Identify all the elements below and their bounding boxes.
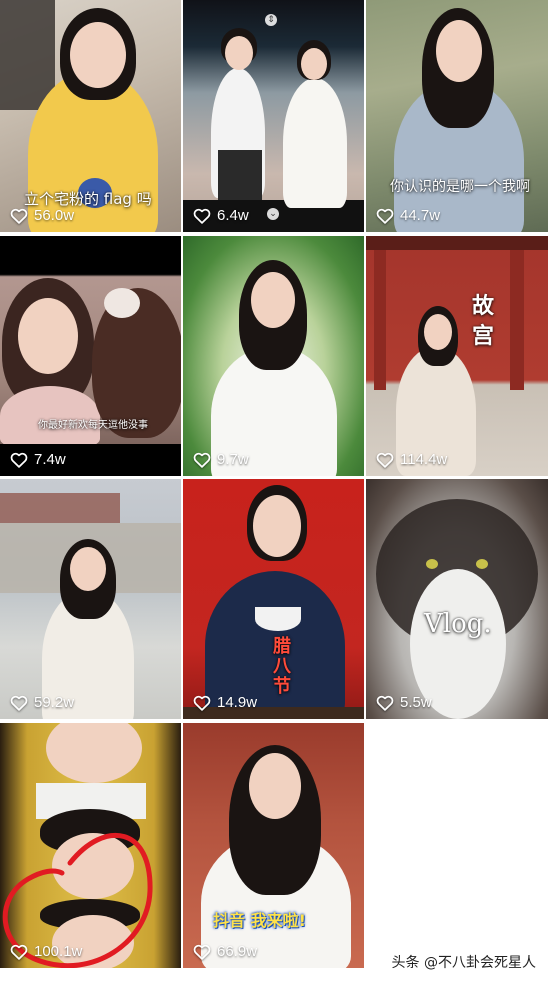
video-tile[interactable]: 你认识的是哪一个我啊 44.7w bbox=[366, 0, 548, 232]
like-count: 9.7w bbox=[193, 451, 249, 468]
like-count: 5.5w bbox=[376, 694, 432, 711]
video-tile[interactable]: ⇕ ⌄ 6.4w bbox=[183, 0, 364, 232]
thumbnail-scene bbox=[366, 479, 548, 719]
like-count: 100.1w bbox=[10, 943, 82, 960]
like-count-text: 59.2w bbox=[34, 694, 75, 711]
video-caption: 腊八节 bbox=[273, 636, 291, 697]
video-caption: 你认识的是哪一个我啊 bbox=[390, 179, 530, 195]
like-count-text: 44.7w bbox=[400, 207, 441, 224]
heart-outline-icon bbox=[10, 944, 28, 960]
like-count-text: 6.4w bbox=[217, 207, 249, 224]
heart-outline-icon bbox=[193, 452, 211, 468]
heart-outline-icon bbox=[10, 452, 28, 468]
heart-outline-icon bbox=[376, 695, 394, 711]
like-count: 56.0w bbox=[10, 207, 74, 224]
like-count: 59.2w bbox=[10, 694, 74, 711]
like-count-text: 114.4w bbox=[400, 451, 448, 468]
video-tile[interactable]: 59.2w bbox=[0, 479, 181, 719]
expand-arrow-icon: ⌄ bbox=[267, 208, 279, 220]
like-count: 6.4w bbox=[193, 207, 249, 224]
heart-outline-icon bbox=[10, 695, 28, 711]
like-count-text: 100.1w bbox=[34, 943, 83, 960]
like-count-text: 5.5w bbox=[400, 694, 432, 711]
drag-handle-icon: ⇕ bbox=[265, 14, 277, 26]
video-tile[interactable]: 9.7w bbox=[183, 236, 364, 476]
thumbnail-scene bbox=[183, 723, 364, 968]
video-caption: 故宫 bbox=[472, 294, 495, 349]
like-count: 114.4w bbox=[376, 451, 447, 468]
video-tile[interactable]: 你最好新欢每天逗他没事 7.4w bbox=[0, 236, 181, 476]
heart-outline-icon bbox=[10, 208, 28, 224]
thumbnail-scene bbox=[366, 0, 548, 232]
like-count-text: 9.7w bbox=[217, 451, 249, 468]
video-grid: 立个宅粉的 flag 吗 56.0w ⇕ ⌄ 6.4w 你认识的是哪一个我啊 4… bbox=[0, 0, 548, 982]
video-caption: Vlog. bbox=[424, 609, 492, 639]
thumbnail-scene bbox=[183, 0, 364, 232]
like-count-text: 7.4w bbox=[34, 451, 66, 468]
like-count: 44.7w bbox=[376, 207, 440, 224]
video-tile[interactable]: 立个宅粉的 flag 吗 56.0w bbox=[0, 0, 181, 232]
video-caption: 你最好新欢每天逗他没事 bbox=[38, 420, 148, 431]
video-tile[interactable]: 故宫 114.4w bbox=[366, 236, 548, 476]
like-count-text: 14.9w bbox=[217, 694, 258, 711]
video-caption: 抖音 我来啦! bbox=[213, 911, 306, 930]
thumbnail-scene bbox=[0, 236, 181, 476]
video-tile[interactable]: Vlog. 5.5w bbox=[366, 479, 548, 719]
thumbnail-scene bbox=[366, 236, 548, 476]
heart-outline-icon bbox=[193, 695, 211, 711]
video-tile[interactable]: 抖音 我来啦! 66.9w bbox=[183, 723, 364, 968]
video-tile[interactable]: 腊八节 14.9w bbox=[183, 479, 364, 719]
heart-outline-icon bbox=[376, 452, 394, 468]
thumbnail-scene bbox=[0, 479, 181, 719]
video-tile[interactable]: 100.1w bbox=[0, 723, 181, 968]
like-count: 14.9w bbox=[193, 694, 257, 711]
heart-outline-icon bbox=[193, 208, 211, 224]
heart-outline-icon bbox=[193, 944, 211, 960]
thumbnail-scene bbox=[183, 236, 364, 476]
video-caption: 立个宅粉的 flag 吗 bbox=[24, 190, 152, 208]
like-count-text: 66.9w bbox=[217, 943, 258, 960]
like-count: 66.9w bbox=[193, 943, 257, 960]
source-watermark: 头条 @不八卦会死星人 bbox=[391, 955, 536, 971]
like-count: 7.4w bbox=[10, 451, 66, 468]
like-count-text: 56.0w bbox=[34, 207, 75, 224]
heart-outline-icon bbox=[376, 208, 394, 224]
annotation-circle bbox=[2, 833, 153, 968]
